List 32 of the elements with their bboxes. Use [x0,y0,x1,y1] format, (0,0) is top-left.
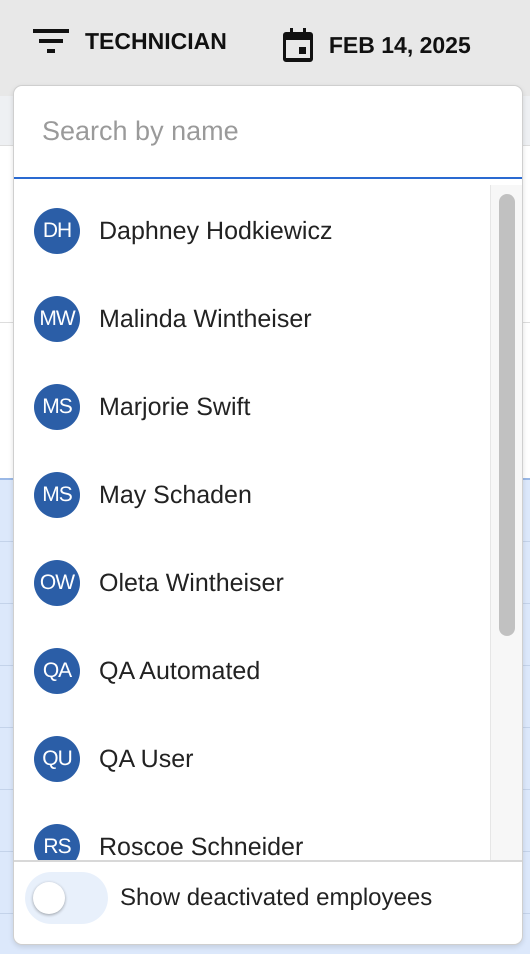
avatar-initials: OW [34,560,80,606]
employee-item[interactable]: QU QA User [14,715,490,803]
date-button[interactable]: FEB 14, 2025 [282,28,471,62]
employee-name: Daphney Hodkiewicz [99,216,332,246]
avatar-initials: QU [34,736,80,782]
employee-name: QA Automated [99,656,260,686]
employee-name: Malinda Wintheiser [99,304,312,334]
employee-item[interactable]: DH Daphney Hodkiewicz [14,187,490,275]
toggle-switch[interactable] [25,872,108,924]
avatar-initials: MW [34,296,80,342]
search-field[interactable]: Search by name [14,86,522,179]
calendar-icon [282,28,313,62]
avatar-initials: QA [34,648,80,694]
avatar-initials: MS [34,384,80,430]
avatar-initials: RS [34,824,80,860]
employee-item[interactable]: QA QA Automated [14,627,490,715]
employee-item[interactable]: RS Roscoe Schneider [14,803,490,860]
employee-name: Marjorie Swift [99,392,250,422]
employee-name: Roscoe Schneider [99,832,304,860]
technician-filter-button[interactable]: TECHNICIAN [33,28,227,55]
employee-name: QA User [99,744,194,774]
employee-item[interactable]: MS Marjorie Swift [14,363,490,451]
employee-item[interactable]: MS May Schaden [14,451,490,539]
employee-item[interactable]: MW Malinda Wintheiser [14,275,490,363]
employee-item[interactable]: OW Oleta Wintheiser [14,539,490,627]
employee-name: May Schaden [99,480,252,510]
filter-icon [33,28,69,54]
employee-name: Oleta Wintheiser [99,568,284,598]
scrollbar[interactable] [490,185,522,860]
toggle-label: Show deactivated employees [120,883,432,913]
avatar-initials: DH [34,208,80,254]
avatar-initials: MS [34,472,80,518]
